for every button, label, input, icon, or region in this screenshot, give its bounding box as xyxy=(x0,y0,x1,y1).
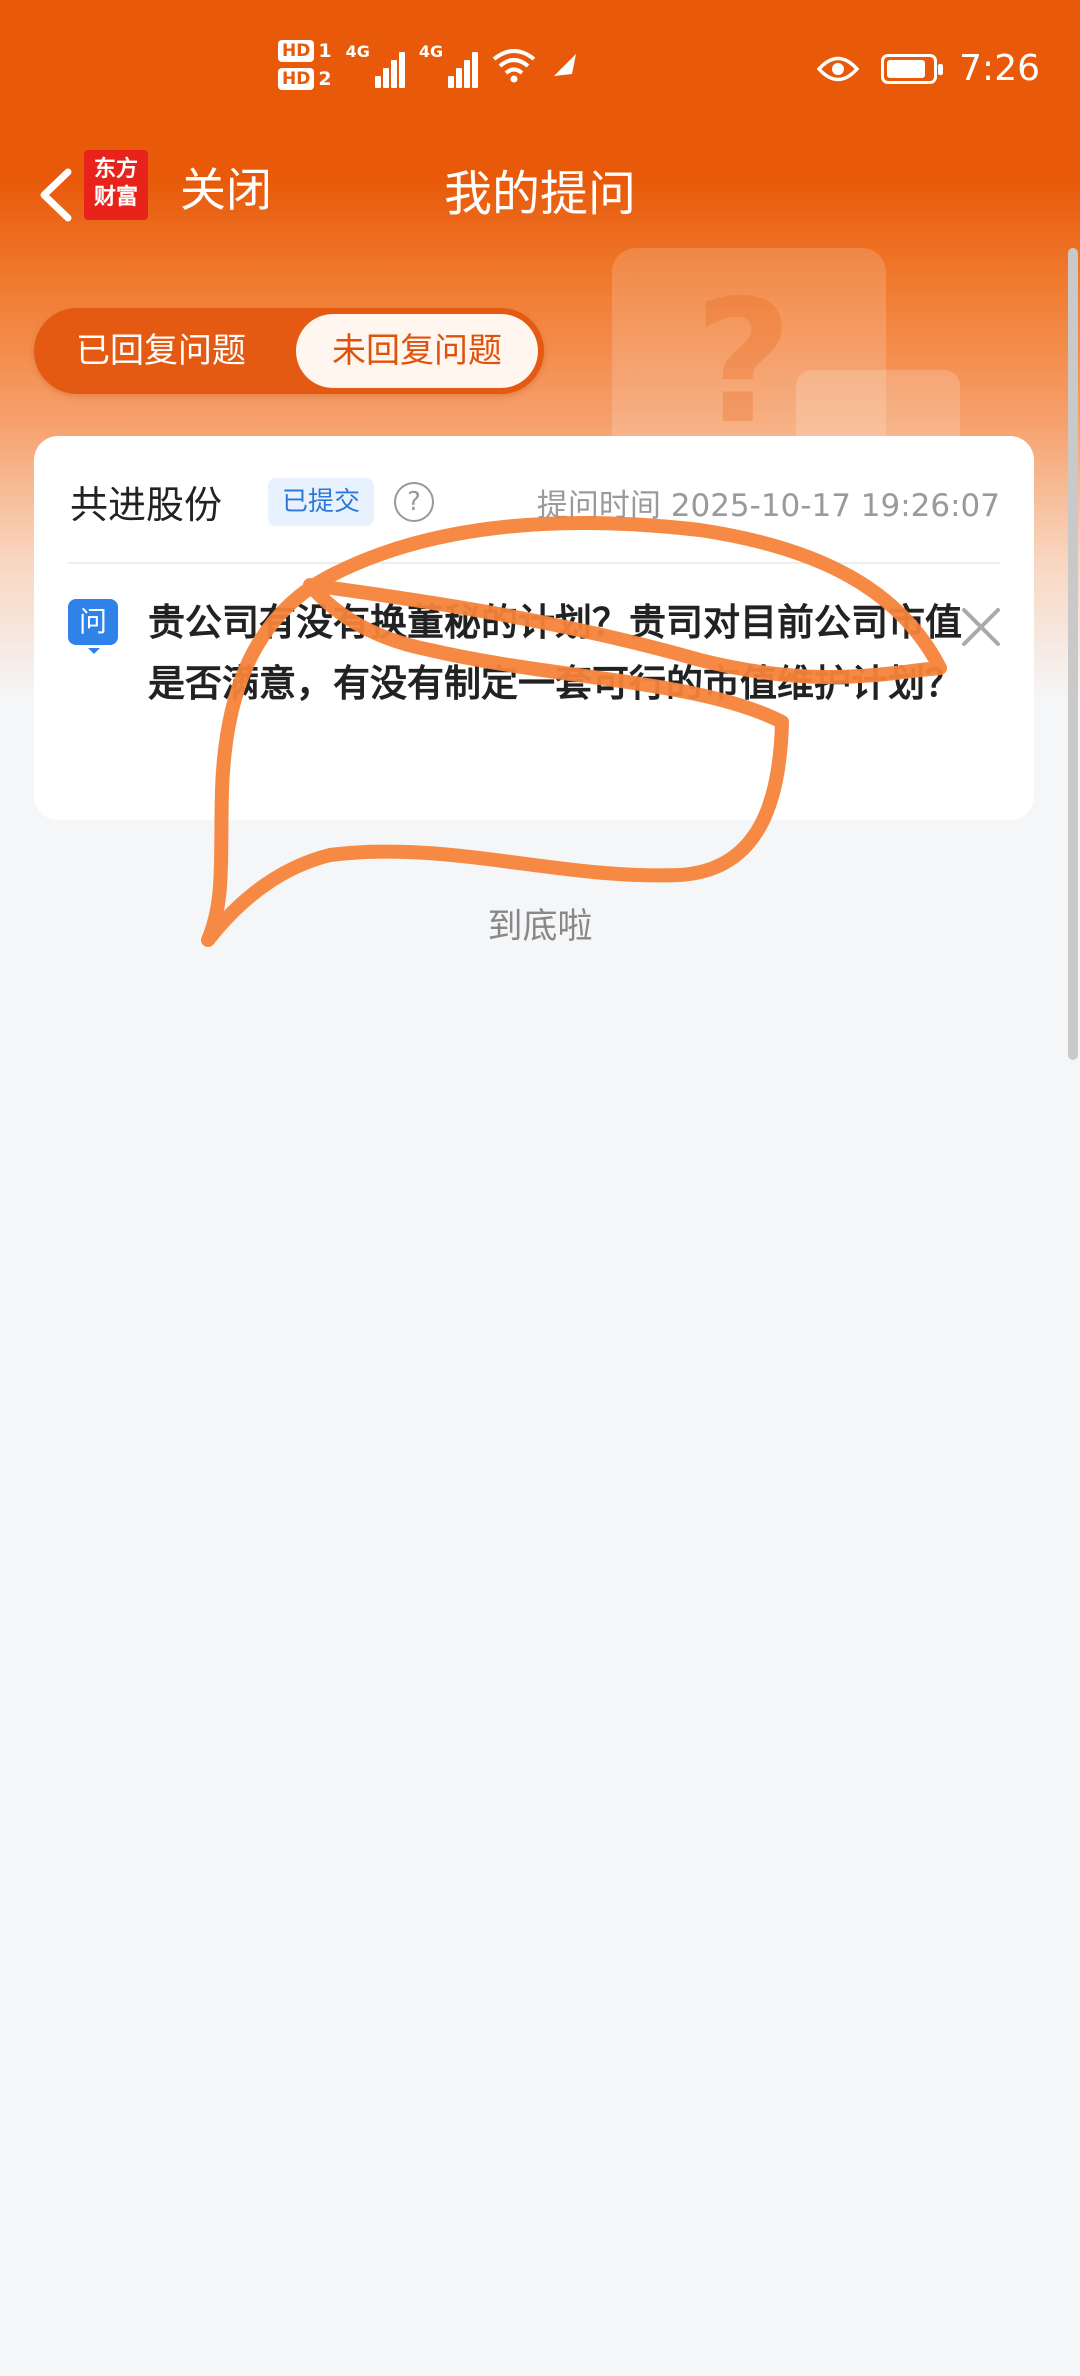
ask-time: 提问时间 2025-10-17 19:26:07 xyxy=(536,488,1000,524)
delete-question-icon[interactable] xyxy=(954,600,1008,654)
status-right: 7:26 xyxy=(817,48,1040,89)
eye-icon xyxy=(817,56,860,81)
scrollbar[interactable] xyxy=(1068,248,1078,1060)
question-tabs: 已回复问题 未回复问题 xyxy=(34,308,544,394)
screen: HD 1 HD 2 4G 4G 7:26 东方 财富 关闭 我的提问 ? 已回复… xyxy=(0,0,1080,2376)
stock-name[interactable]: 共进股份 xyxy=(70,474,222,529)
page-title: 我的提问 xyxy=(443,166,636,222)
data-saver-icon xyxy=(554,54,577,76)
signal-icon-2: 4G xyxy=(419,42,479,88)
wifi-icon xyxy=(492,49,536,83)
list-end-text: 到底啦 xyxy=(487,907,593,947)
status-time: 7:26 xyxy=(959,48,1040,89)
question-icon: 问 xyxy=(68,599,118,654)
tab-unreplied[interactable]: 未回复问题 xyxy=(296,314,538,388)
help-icon[interactable]: ? xyxy=(394,482,434,522)
status-badge: 已提交 xyxy=(268,478,375,526)
question-text: 贵公司有没有换董秘的计划？贵司对目前公司市值是否满意，有没有制定一套可行的市值维… xyxy=(148,601,962,705)
question-mark-icon: ? xyxy=(694,264,793,462)
nav-bar: 东方 财富 关闭 我的提问 xyxy=(0,140,1080,250)
status-bar: HD 1 HD 2 4G 4G 7:26 xyxy=(0,0,1080,140)
tab-replied[interactable]: 已回复问题 xyxy=(76,308,246,394)
status-left: HD 1 HD 2 4G 4G xyxy=(278,40,580,90)
hd1-indicator: HD 1 xyxy=(278,40,332,62)
hd-indicators: HD 1 HD 2 xyxy=(278,40,332,90)
question-card[interactable]: 共进股份 已提交 ? 提问时间 2025-10-17 19:26:07 问 贵公… xyxy=(34,436,1034,820)
signal-icon: 4G xyxy=(346,42,405,88)
battery-icon xyxy=(881,53,944,84)
divider xyxy=(68,562,1000,564)
hd2-indicator: HD 2 xyxy=(278,68,332,90)
